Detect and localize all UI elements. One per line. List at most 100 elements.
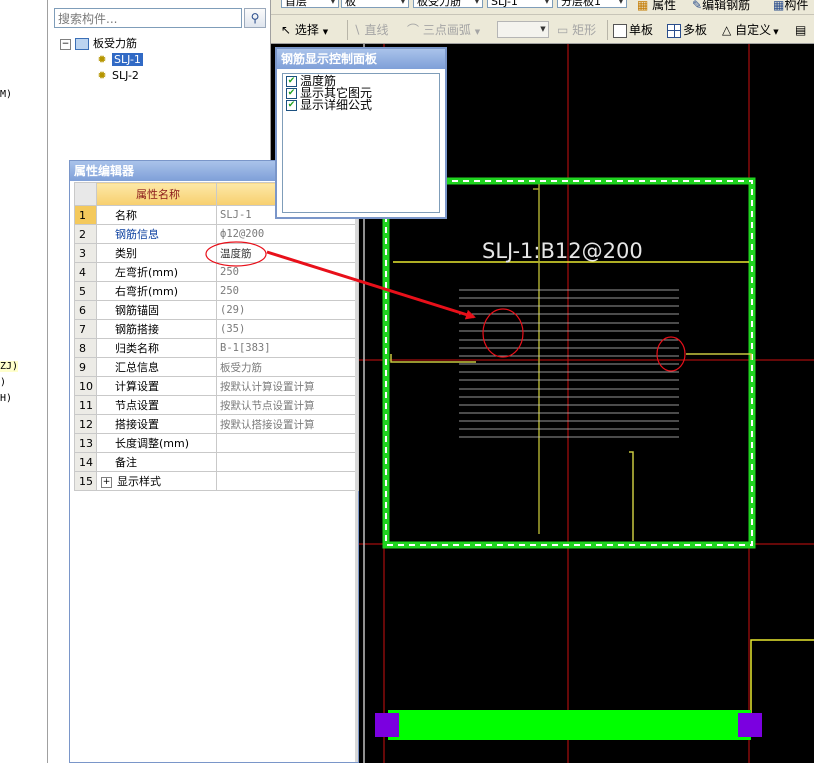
property-row[interactable]: 10 计算设置 按默认计算设置计算: [74, 376, 359, 396]
collapse-icon[interactable]: −: [60, 38, 71, 50]
property-row[interactable]: 7 钢筋搭接 (35): [74, 319, 359, 339]
property-name-text: 节点设置: [115, 399, 159, 412]
row-number: 5: [74, 281, 97, 301]
save-view-icon[interactable]: ▤: [795, 21, 806, 39]
multi-board-label: 多板: [683, 23, 708, 37]
column[interactable]: [738, 713, 762, 737]
row-number: 2: [74, 224, 97, 244]
property-row[interactable]: 4 左弯折(mm) 250: [74, 262, 359, 282]
expand-icon[interactable]: +: [101, 476, 112, 488]
floor-select[interactable]: 首层 ▼: [281, 0, 339, 8]
checkbox-checked-icon[interactable]: ✔: [286, 76, 297, 87]
property-value[interactable]: [216, 471, 359, 491]
tree-item-slj-1[interactable]: ✹ SLJ-1: [96, 52, 143, 68]
property-name: 钢筋锚固: [96, 300, 217, 320]
property-value[interactable]: (35): [216, 319, 359, 339]
select-tool-button[interactable]: ↖ 选择 ▼: [281, 21, 328, 39]
line-tool-button[interactable]: ∖ 直线: [353, 21, 388, 39]
properties-button[interactable]: ▦ 属性: [637, 0, 676, 13]
option-show-detailed-formula[interactable]: ✔ 显示详细公式: [286, 99, 372, 112]
control-panel-options: ✔ 温度筋 ✔ 显示其它图元 ✔ 显示详细公式: [282, 73, 440, 213]
arc-options-select[interactable]: ▼: [497, 21, 549, 38]
layer-select[interactable]: 分层板1 ▼: [557, 0, 627, 8]
property-row[interactable]: 9 汇总信息 板受力筋: [74, 357, 359, 377]
property-value[interactable]: 250: [216, 262, 359, 282]
checkbox-checked-icon[interactable]: ✔: [286, 88, 297, 99]
custom-label: 自定义: [735, 23, 772, 37]
slab-boundary[interactable]: [382, 177, 756, 549]
layer-select-value: 分层板1: [561, 0, 601, 8]
property-row[interactable]: 2 钢筋信息 ф12@200: [74, 224, 359, 244]
beam[interactable]: [388, 710, 751, 740]
property-row[interactable]: 13 长度调整(mm): [74, 433, 359, 453]
line-tool-label: 直线: [364, 23, 389, 37]
property-value[interactable]: 按默认搭接设置计算: [216, 414, 359, 434]
edit-rebar-icon: ✎: [692, 0, 703, 12]
header-corner: [74, 182, 97, 206]
component-list-label: 构件: [784, 0, 809, 12]
scrollbar[interactable]: [355, 181, 358, 762]
custom-button[interactable]: △ 自定义 ▼: [722, 21, 779, 39]
properties-icon: ▦: [637, 0, 649, 12]
property-value[interactable]: B-1[383]: [216, 338, 359, 358]
property-name-text: 备注: [115, 456, 137, 469]
row-number: 10: [74, 376, 97, 396]
rect-tool-button[interactable]: ▭ 矩形: [557, 21, 596, 39]
arc-tool-label: 三点画弧: [422, 23, 471, 37]
row-number: 9: [74, 357, 97, 377]
chevron-down-icon: ▼: [474, 0, 480, 5]
rebar-line[interactable]: [686, 353, 752, 360]
search-input[interactable]: 搜索构件...: [54, 8, 242, 28]
property-row[interactable]: 3 类别 温度筋: [74, 243, 359, 263]
property-row[interactable]: 11 节点设置 按默认节点设置计算: [74, 395, 359, 415]
property-row[interactable]: 15 + 显示样式: [74, 471, 359, 491]
edit-rebar-button[interactable]: ✎编辑钢筋: [692, 0, 750, 13]
property-row[interactable]: 6 钢筋锚固 (29): [74, 300, 359, 320]
checkbox-checked-icon[interactable]: ✔: [286, 100, 297, 111]
control-panel-title: 钢筋显示控制面板: [277, 49, 445, 69]
property-name-text: 搭接设置: [115, 418, 159, 431]
search-button[interactable]: ⚲: [244, 8, 266, 28]
property-value[interactable]: 按默认计算设置计算: [216, 376, 359, 396]
component-list-button[interactable]: ▦构件: [773, 0, 808, 13]
property-row[interactable]: 12 搭接设置 按默认搭接设置计算: [74, 414, 359, 434]
tree-item-slj-2[interactable]: ✹ SLJ-2: [96, 68, 139, 84]
property-value[interactable]: [216, 452, 359, 472]
row-number: 6: [74, 300, 97, 320]
property-row[interactable]: 8 归类名称 B-1[383]: [74, 338, 359, 358]
property-value[interactable]: 板受力筋: [216, 357, 359, 377]
column[interactable]: [375, 713, 399, 737]
arc-tool-button[interactable]: ⌒ 三点画弧 ▼: [407, 21, 480, 39]
type-select[interactable]: 板 ▼: [341, 0, 409, 8]
property-row[interactable]: 14 备注: [74, 452, 359, 472]
left-panel-text: ): [0, 377, 7, 388]
rebar-line[interactable]: [629, 451, 634, 541]
property-value[interactable]: 250: [216, 281, 359, 301]
annotation-circle: [482, 308, 524, 358]
element-select[interactable]: SLJ-1 ▼: [487, 0, 553, 8]
subtype-select[interactable]: 板受力筋 ▼: [413, 0, 483, 8]
property-name: + 显示样式: [96, 471, 217, 491]
tree-item-label: SLJ-1: [112, 53, 143, 66]
property-name: 右弯折(mm): [96, 281, 217, 301]
property-value[interactable]: [216, 433, 359, 453]
property-name-text: 钢筋信息: [115, 228, 159, 241]
property-value[interactable]: 按默认节点设置计算: [216, 395, 359, 415]
property-row[interactable]: 5 右弯折(mm) 250: [74, 281, 359, 301]
component-gear-icon: ✹: [97, 69, 107, 82]
property-value[interactable]: (29): [216, 300, 359, 320]
type-select-value: 板: [345, 0, 356, 8]
row-number: 3: [74, 243, 97, 263]
rebar-line[interactable]: [390, 354, 476, 363]
property-value[interactable]: 温度筋: [216, 243, 359, 263]
tree-root-item[interactable]: − 板受力筋: [60, 36, 137, 52]
single-board-button[interactable]: 单板: [613, 21, 653, 39]
rebar-line[interactable]: [750, 639, 814, 714]
row-number: 15: [74, 471, 97, 491]
property-value[interactable]: ф12@200: [216, 224, 359, 244]
multi-board-button[interactable]: 多板: [667, 21, 707, 39]
chevron-down-icon: ▼: [400, 0, 406, 5]
chevron-down-icon: ▼: [474, 28, 481, 36]
option-label: 显示详细公式: [300, 98, 373, 112]
toolbar-top: 首层 ▼ 板 ▼ 板受力筋 ▼ SLJ-1 ▼ 分层板1 ▼ ▦ 属性 ✎编辑钢筋 ▦构件: [271, 0, 814, 15]
